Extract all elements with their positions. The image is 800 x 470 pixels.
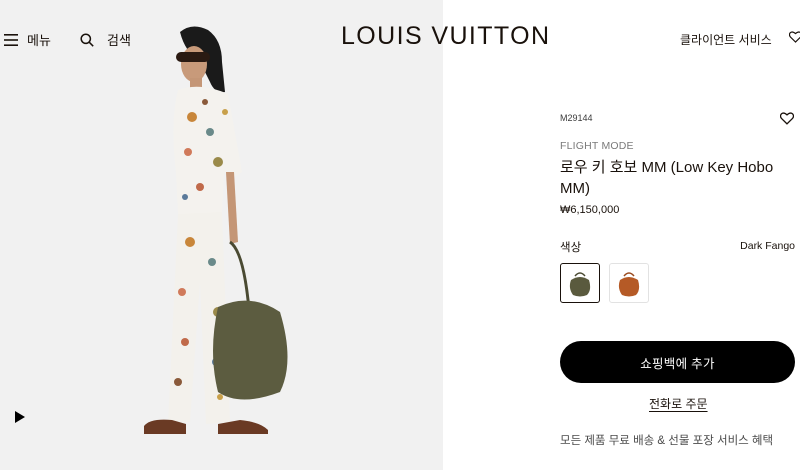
- selected-color-name: Dark Fango: [740, 240, 795, 252]
- color-swatch-cognac[interactable]: [609, 263, 649, 303]
- heart-icon[interactable]: [780, 112, 794, 125]
- product-title: 로우 키 호보 MM (Low Key Hobo MM): [560, 159, 774, 197]
- benefits-text: 모든 제품 무료 배송 & 선물 포장 서비스 혜택: [560, 435, 774, 447]
- heart-icon[interactable]: [789, 31, 800, 43]
- header: 메뉴 검색 LOUIS VUITTON 클라이언트 서비스: [0, 0, 800, 78]
- color-swatch-dark-fango[interactable]: [560, 263, 600, 303]
- brand-logo[interactable]: LOUIS VUITTON: [341, 22, 550, 51]
- product-price: ₩6,150,000: [560, 204, 620, 216]
- swatch-bag-image: [569, 272, 591, 297]
- hamburger-icon: [4, 33, 18, 46]
- menu-button[interactable]: 메뉴: [4, 30, 51, 49]
- client-services-link[interactable]: 클라이언트 서비스: [680, 31, 772, 48]
- product-collection: FLIGHT MODE: [560, 140, 634, 152]
- menu-label: 메뉴: [27, 33, 51, 48]
- swatch-bag-image: [618, 272, 640, 297]
- search-label: 검색: [107, 33, 131, 48]
- product-model-image: [144, 26, 288, 434]
- color-label: 색상: [560, 242, 582, 254]
- add-to-bag-button[interactable]: 쇼핑백에 추가: [560, 341, 795, 383]
- search-button[interactable]: 검색: [80, 30, 131, 49]
- search-icon: [80, 32, 94, 47]
- phone-order-link[interactable]: 전화로 주문: [649, 395, 708, 412]
- play-icon[interactable]: [14, 410, 26, 424]
- product-sku: M29144: [560, 113, 593, 123]
